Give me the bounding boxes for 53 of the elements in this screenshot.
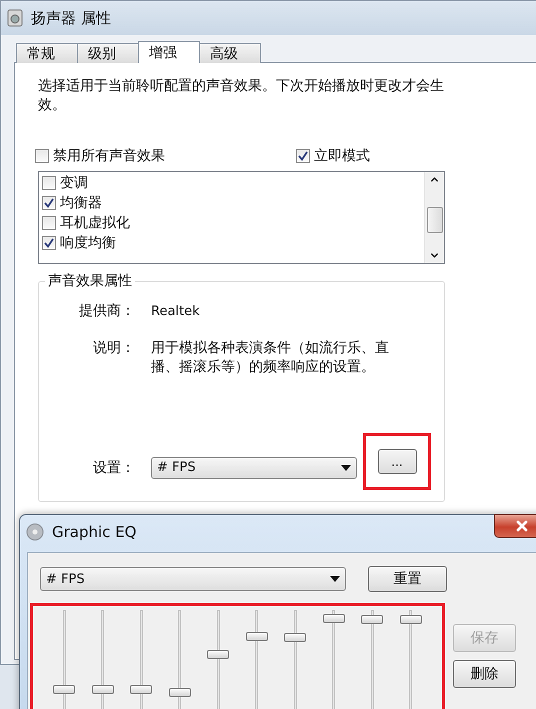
intro-text: 选择适用于当前聆听配置的声音效果。下次开始播放时更改才会生效。 (38, 77, 445, 115)
checkbox[interactable] (42, 216, 56, 230)
slider-thumb[interactable] (207, 650, 230, 659)
description-label: 说明： (92, 339, 136, 357)
slider-track[interactable] (56, 610, 72, 709)
effect-label[interactable]: 耳机虚拟化 (60, 214, 130, 232)
reset-button[interactable]: 重置 (368, 566, 447, 592)
tab[interactable]: 常规 (16, 43, 78, 63)
description-text: 用于模拟各种表演条件（如流行乐、直播、摇滚乐等）的频率响应的设置。 (151, 339, 390, 377)
slider-track[interactable] (172, 610, 188, 709)
slider-track[interactable] (364, 610, 380, 709)
effect-label[interactable]: 响度均衡 (60, 234, 116, 252)
checkbox[interactable] (42, 176, 56, 190)
slider-thumb[interactable] (361, 615, 384, 624)
speaker-icon (7, 9, 23, 27)
slider-thumb[interactable] (284, 633, 306, 642)
scrollbar[interactable] (424, 172, 444, 263)
provider-value: Realtek (151, 303, 201, 321)
slider-thumb[interactable] (53, 685, 76, 694)
checkbox-label: 立即模式 (314, 147, 370, 165)
slider-track[interactable] (248, 610, 265, 709)
provider-label: 提供商： (78, 302, 136, 320)
close-icon (514, 518, 530, 534)
group-title: 声音效果属性 (47, 272, 133, 290)
more-button[interactable]: ... (378, 449, 416, 474)
slider-thumb[interactable] (92, 685, 114, 694)
checkbox[interactable] (35, 149, 49, 163)
slider-thumb[interactable] (168, 688, 191, 697)
tab[interactable]: 增强 (138, 41, 200, 63)
checkbox-label: 禁用所有声音效果 (53, 147, 165, 165)
tab[interactable]: 级别 (77, 43, 139, 63)
slider-track[interactable] (402, 610, 419, 709)
slider-track[interactable] (210, 610, 226, 709)
effect-label[interactable]: 变调 (60, 174, 88, 192)
scroll-thumb[interactable] (426, 207, 442, 233)
slider-track[interactable] (94, 610, 111, 709)
eq-title: Graphic EQ (52, 523, 136, 541)
slider-track[interactable] (326, 610, 342, 709)
close-button[interactable] (494, 514, 536, 538)
setting-label: 设置： (92, 458, 136, 476)
tab[interactable]: 高级 (199, 43, 261, 63)
slider-thumb[interactable] (322, 614, 345, 623)
preset-dropdown[interactable]: # FPS (40, 567, 346, 591)
slider-thumb[interactable] (130, 685, 152, 694)
slider-thumb[interactable] (246, 632, 268, 641)
effect-label[interactable]: 均衡器 (60, 194, 102, 212)
slider-thumb[interactable] (400, 615, 422, 624)
disc-icon (26, 523, 44, 541)
setting-dropdown[interactable]: # FPS (151, 456, 357, 478)
window-title: 扬声器 属性 (31, 8, 111, 28)
slider-track[interactable] (287, 610, 304, 709)
action-button[interactable]: 删除 (453, 660, 516, 688)
slider-track[interactable] (133, 610, 150, 709)
